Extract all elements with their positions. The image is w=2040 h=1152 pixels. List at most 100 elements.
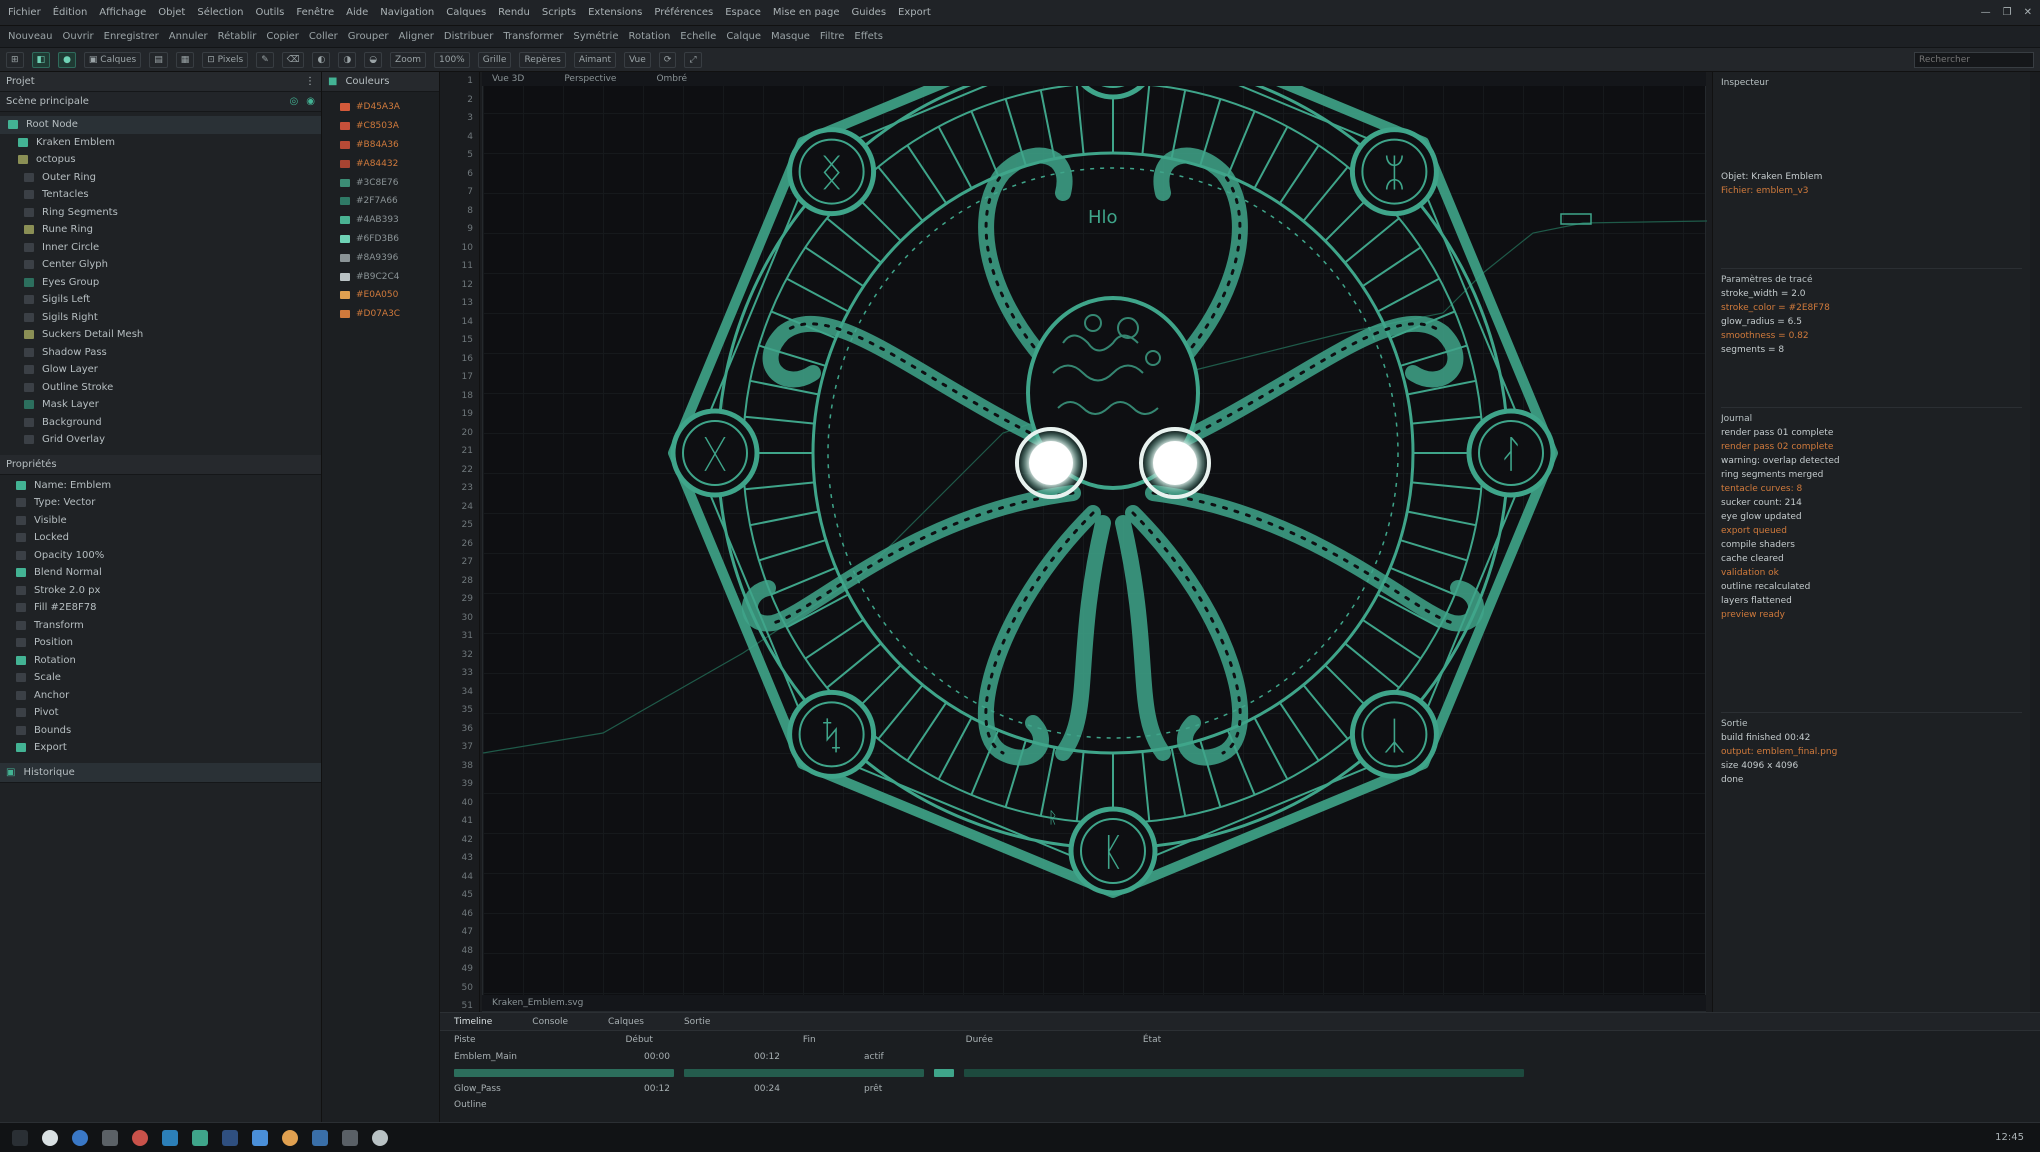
menu-layers[interactable]: Calques	[446, 7, 486, 18]
cmd-mirror[interactable]: Symétrie	[573, 31, 618, 42]
canvas-viewport[interactable]: ᛟᛯᛮᛣᛕᛪᚷᛝ	[482, 72, 1707, 1012]
track-bar[interactable]	[684, 1069, 924, 1077]
expand-icon[interactable]: ⤢	[684, 51, 702, 68]
track-row-4[interactable]: Outline	[440, 1097, 2040, 1113]
app-icon-blue[interactable]	[72, 1129, 88, 1146]
tree-item[interactable]: Outer Ring	[0, 169, 321, 187]
code-icon[interactable]	[222, 1129, 238, 1146]
color-row[interactable]: #D07A3C	[322, 305, 439, 324]
tree-item[interactable]: Inner Circle	[0, 239, 321, 257]
menu-tools[interactable]: Outils	[255, 7, 284, 18]
refresh-icon[interactable]: ⟳	[658, 51, 677, 68]
cmd-rotate[interactable]: Rotation	[628, 31, 670, 42]
history-title[interactable]: Historique	[23, 767, 74, 778]
color-row[interactable]: #A84432	[322, 154, 439, 173]
record-icon[interactable]: ●	[58, 51, 76, 68]
tree-item[interactable]: Sigils Right	[0, 309, 321, 327]
tab-perspective[interactable]: Perspective	[564, 74, 616, 84]
track-row-3[interactable]: Glow_Pass 00:12 00:24 prêt	[440, 1081, 2040, 1097]
editor-icon[interactable]	[192, 1129, 208, 1146]
property-row[interactable]: Export	[0, 739, 321, 757]
menu-extensions[interactable]: Extensions	[588, 7, 642, 18]
track-row-1[interactable]: Emblem_Main 00:00 00:12 actif	[440, 1049, 2040, 1065]
cmd-effects[interactable]: Effets	[854, 31, 883, 42]
tree-item[interactable]: Rune Ring	[0, 221, 321, 239]
start-icon[interactable]	[12, 1129, 28, 1146]
tab-console[interactable]: Console	[532, 1017, 568, 1027]
menu-help[interactable]: Aide	[346, 7, 368, 18]
tree-item[interactable]: Glow Layer	[0, 361, 321, 379]
property-row[interactable]: Stroke 2.0 px	[0, 582, 321, 600]
tab-3d-view[interactable]: Vue 3D	[492, 74, 524, 84]
tab-timeline[interactable]: Timeline	[454, 1017, 492, 1027]
menu-guides[interactable]: Guides	[851, 7, 886, 18]
tree-item[interactable]: Ring Segments	[0, 204, 321, 222]
contrast-icon[interactable]: ◐	[312, 51, 331, 68]
property-row[interactable]: Scale	[0, 669, 321, 687]
color-row[interactable]: #B84A36	[322, 136, 439, 155]
menu-scripts[interactable]: Scripts	[542, 7, 576, 18]
view-button[interactable]: Vue	[624, 51, 651, 68]
property-row[interactable]: Anchor	[0, 687, 321, 705]
menu-navigation[interactable]: Navigation	[380, 7, 434, 18]
property-row[interactable]: Bounds	[0, 722, 321, 740]
property-row[interactable]: Pivot	[0, 704, 321, 722]
property-row[interactable]: Visible	[0, 512, 321, 530]
menu-window[interactable]: Fenêtre	[296, 7, 334, 18]
table-icon[interactable]: ▦	[175, 51, 195, 68]
maximize-icon[interactable]: ❐	[2003, 7, 2012, 18]
color-row[interactable]: #C8503A	[322, 117, 439, 136]
tab-layers[interactable]: Calques	[608, 1017, 644, 1027]
minimize-icon[interactable]: —	[1981, 7, 1991, 18]
property-row[interactable]: Name: Emblem	[0, 477, 321, 495]
track-bar[interactable]	[964, 1069, 1524, 1077]
property-row[interactable]: Type: Vector	[0, 494, 321, 512]
chat-icon[interactable]	[282, 1129, 298, 1146]
layers-button[interactable]: ▣ Calques	[83, 51, 142, 68]
track-bar[interactable]	[934, 1069, 954, 1077]
menu-select[interactable]: Sélection	[197, 7, 243, 18]
media-icon[interactable]	[132, 1129, 148, 1146]
tree-item[interactable]: Root Node	[0, 116, 321, 134]
cmd-new[interactable]: Nouveau	[8, 31, 52, 42]
menu-edit[interactable]: Édition	[53, 7, 88, 18]
cmd-group[interactable]: Grouper	[348, 31, 389, 42]
color-row[interactable]: #4AB393	[322, 211, 439, 230]
property-row[interactable]: Blend Normal	[0, 564, 321, 582]
menu-object[interactable]: Objet	[158, 7, 185, 18]
tree-item[interactable]: Tentacles	[0, 186, 321, 204]
menu-workspace[interactable]: Espace	[725, 7, 761, 18]
tree-item[interactable]: octopus	[0, 151, 321, 169]
folder-icon[interactable]	[102, 1129, 118, 1146]
menu-render[interactable]: Rendu	[498, 7, 530, 18]
cmd-paste[interactable]: Coller	[309, 31, 338, 42]
snap-button[interactable]: Aimant	[573, 51, 617, 68]
cmd-undo[interactable]: Annuler	[169, 31, 208, 42]
pen-icon[interactable]: ✎	[256, 51, 274, 68]
cmd-redo[interactable]: Rétablir	[218, 31, 257, 42]
tree-item[interactable]: Shadow Pass	[0, 344, 321, 362]
cmd-copy[interactable]: Copier	[266, 31, 299, 42]
tree-item[interactable]: Grid Overlay	[0, 431, 321, 449]
menu-layout[interactable]: Mise en page	[773, 7, 840, 18]
tree-item[interactable]: Background	[0, 414, 321, 432]
half-circle-icon[interactable]: ◑	[338, 51, 357, 68]
panel-toggle-icon[interactable]: ◧	[31, 51, 51, 68]
search-input[interactable]	[1914, 51, 2034, 68]
security-icon[interactable]	[372, 1129, 388, 1146]
erase-icon[interactable]: ⌫	[281, 51, 305, 68]
pixels-button[interactable]: ⊡ Pixels	[202, 51, 249, 68]
track-row-2[interactable]	[440, 1065, 2040, 1081]
menu-view[interactable]: Affichage	[99, 7, 146, 18]
color-row[interactable]: #6FD3B6	[322, 230, 439, 249]
color-row[interactable]: #E0A050	[322, 286, 439, 305]
cmd-transform[interactable]: Transformer	[503, 31, 563, 42]
guides-button[interactable]: Repères	[519, 51, 566, 68]
close-icon[interactable]: ✕	[2024, 7, 2032, 18]
tree-item[interactable]: Kraken Emblem	[0, 134, 321, 152]
store-icon[interactable]	[312, 1129, 328, 1146]
property-row[interactable]: Transform	[0, 617, 321, 635]
zoom-button[interactable]: Zoom	[390, 51, 426, 68]
settings-icon[interactable]	[252, 1129, 268, 1146]
cmd-mask[interactable]: Masque	[771, 31, 810, 42]
